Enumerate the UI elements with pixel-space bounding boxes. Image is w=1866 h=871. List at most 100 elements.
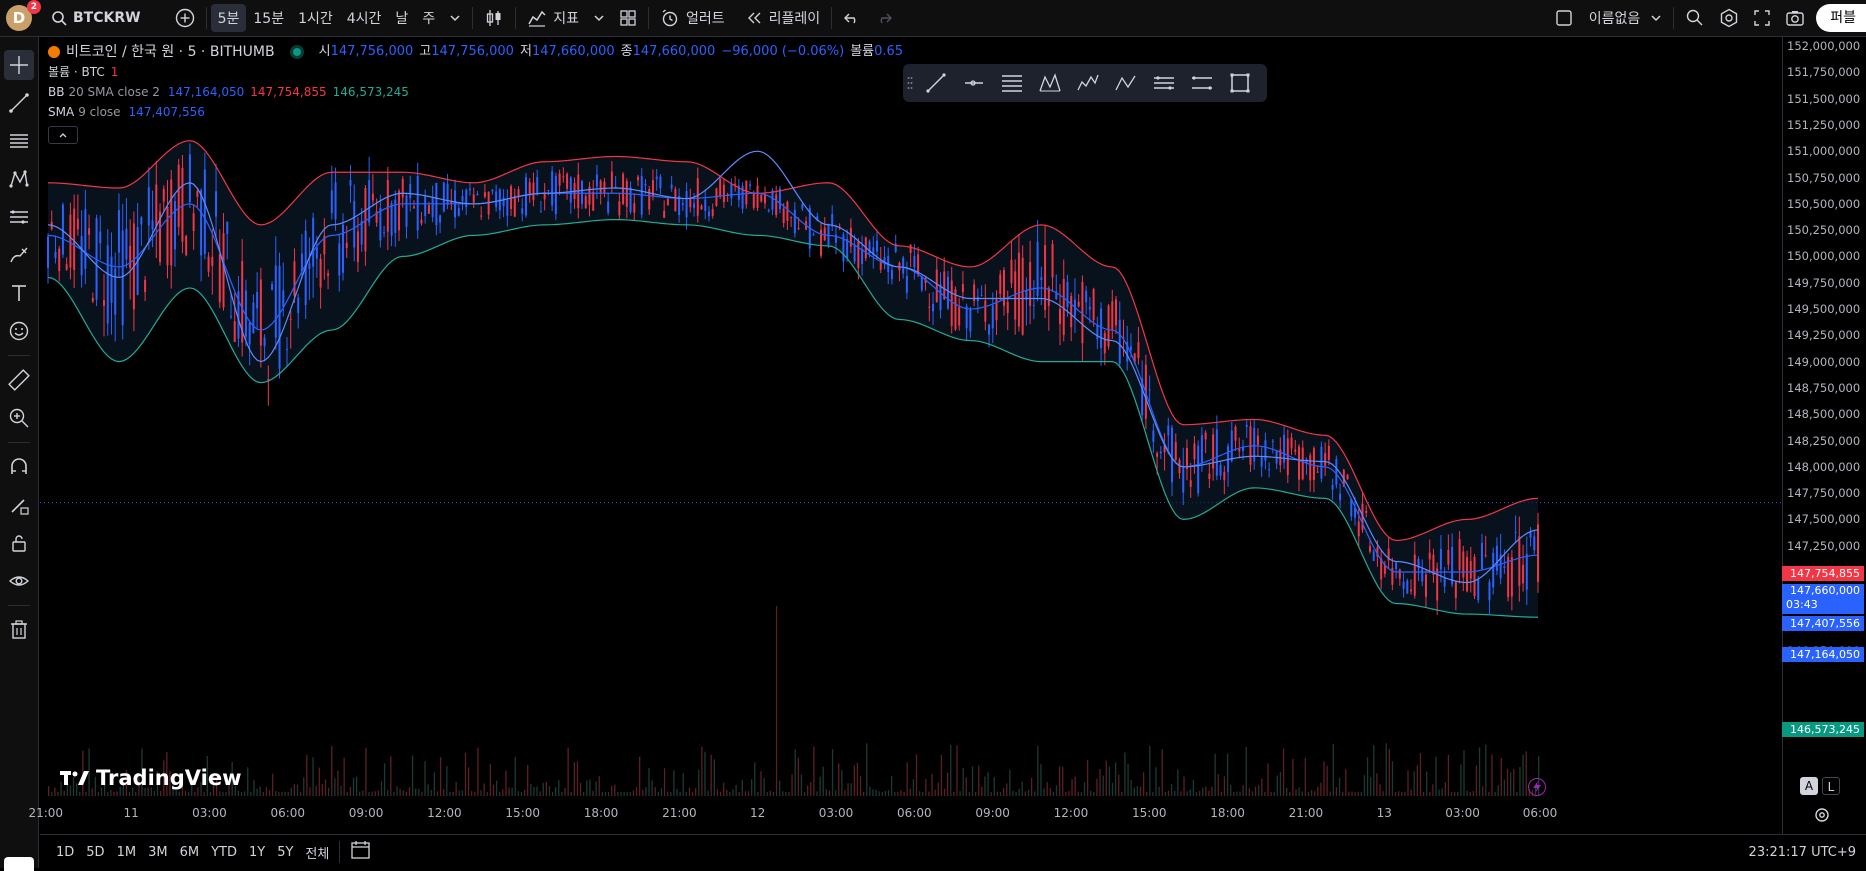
drag-handle-icon[interactable] bbox=[903, 64, 917, 102]
prediction-tool[interactable] bbox=[4, 202, 34, 232]
lock-drawings-tool[interactable] bbox=[4, 528, 34, 558]
price-axis[interactable]: 152,000,000 151,750,000 151,500,000 151,250… bbox=[1782, 37, 1866, 835]
parallel-channel-button[interactable] bbox=[1145, 64, 1183, 102]
fullscreen-button[interactable] bbox=[1746, 4, 1778, 32]
undo-button[interactable] bbox=[836, 4, 868, 32]
crosshair-tool[interactable] bbox=[4, 50, 34, 80]
interval-4h[interactable]: 4시간 bbox=[340, 4, 389, 32]
hide-drawings-tool[interactable] bbox=[4, 566, 34, 596]
indicators-icon bbox=[528, 10, 546, 27]
elliott-wave-button[interactable] bbox=[1069, 64, 1107, 102]
redo-button[interactable] bbox=[868, 4, 900, 32]
abc-pattern-button[interactable] bbox=[1107, 64, 1145, 102]
candle-body bbox=[920, 276, 923, 291]
interval-dropdown[interactable] bbox=[442, 4, 468, 32]
range-ytd[interactable]: YTD bbox=[205, 845, 243, 860]
clock-timezone[interactable]: 23:21:17 UTC+9 bbox=[1749, 845, 1856, 860]
lightning-marker-icon[interactable] bbox=[1528, 778, 1546, 796]
interval-15m[interactable]: 15분 bbox=[246, 4, 291, 32]
emoji-tool[interactable] bbox=[4, 316, 34, 346]
candle-body bbox=[323, 235, 326, 255]
candle-body bbox=[1066, 281, 1069, 308]
symbol-search-button[interactable]: BTCKRW bbox=[44, 4, 148, 32]
remove-drawings-tool[interactable] bbox=[4, 615, 34, 645]
axis-settings-button[interactable] bbox=[1812, 805, 1832, 825]
stay-in-drawing-mode-tool[interactable] bbox=[4, 490, 34, 520]
fib-retracement-button[interactable] bbox=[993, 64, 1031, 102]
legend-bb-row[interactable]: BB 20 SMA close 2 147,164,050 147,754,85… bbox=[48, 82, 903, 102]
time-axis[interactable]: 21:00 11 03:00 06:00 09:00 12:00 15:00 18:00 21:… bbox=[28, 802, 1782, 826]
undo-icon bbox=[844, 13, 856, 24]
brush-tool[interactable] bbox=[4, 240, 34, 270]
range-1d[interactable]: 1D bbox=[50, 845, 80, 860]
fib-tool[interactable] bbox=[4, 126, 34, 156]
candle-body bbox=[252, 302, 255, 334]
snapshot-button[interactable] bbox=[1778, 4, 1812, 32]
volume-bar bbox=[1034, 791, 1036, 796]
range-6m[interactable]: 6M bbox=[174, 845, 206, 860]
interval-5m[interactable]: 5분 bbox=[210, 4, 247, 32]
layout-button[interactable]: 이름없음 bbox=[1548, 4, 1670, 32]
volume-bar bbox=[853, 765, 855, 796]
go-to-date-button[interactable] bbox=[344, 840, 378, 864]
legend-sma-row[interactable]: SMA 9 close 147,407,556 bbox=[48, 102, 903, 122]
log-scale-button[interactable]: L bbox=[1822, 777, 1840, 795]
indicators-dropdown[interactable] bbox=[586, 4, 612, 32]
indicators-button[interactable]: 지표 bbox=[520, 4, 586, 32]
candle-body bbox=[722, 184, 725, 203]
chart-type-button[interactable] bbox=[477, 4, 511, 32]
templates-button[interactable] bbox=[612, 4, 644, 32]
object-tree-tool[interactable] bbox=[4, 857, 34, 871]
zoom-in-tool[interactable] bbox=[4, 403, 34, 433]
quick-search-button[interactable] bbox=[1678, 4, 1712, 32]
interval-1h[interactable]: 1시간 bbox=[291, 4, 340, 32]
range-1y[interactable]: 1Y bbox=[243, 845, 271, 860]
candle-body bbox=[1193, 443, 1196, 460]
volume-bar bbox=[788, 791, 790, 796]
candle-body bbox=[1204, 432, 1207, 440]
xabcd-pattern-button[interactable] bbox=[1031, 64, 1069, 102]
range-5d[interactable]: 5D bbox=[80, 845, 110, 860]
volume-bar bbox=[1002, 788, 1005, 796]
candle-body bbox=[924, 278, 927, 284]
user-avatar[interactable]: D 2 bbox=[6, 0, 41, 31]
interval-day[interactable]: 날 bbox=[388, 4, 415, 32]
volume-bar bbox=[175, 790, 177, 796]
symbol-title[interactable]: 비트코인 / 한국 원 · 5 · BITHUMB bbox=[66, 42, 275, 62]
candle-body bbox=[278, 265, 281, 369]
volume-bar bbox=[946, 772, 949, 796]
range-5y[interactable]: 5Y bbox=[271, 845, 299, 860]
range-3m[interactable]: 3M bbox=[142, 845, 174, 860]
alerts-button[interactable]: 얼러트 bbox=[653, 4, 732, 32]
text-tool[interactable] bbox=[4, 278, 34, 308]
add-symbol-button[interactable] bbox=[168, 4, 202, 32]
candle-body bbox=[1096, 324, 1099, 340]
candle-body bbox=[1439, 548, 1442, 570]
trend-line-tool[interactable] bbox=[4, 88, 34, 118]
publish-button[interactable]: 퍼블 bbox=[1816, 4, 1866, 32]
time-tick-label: 09:00 bbox=[975, 806, 1010, 820]
volume-bar bbox=[1329, 791, 1331, 796]
candle-body bbox=[472, 194, 475, 203]
volume-bar bbox=[63, 790, 65, 796]
volume-bar bbox=[1450, 791, 1453, 796]
candle-body bbox=[554, 176, 557, 215]
rectangle-button[interactable] bbox=[1221, 64, 1259, 102]
auto-scale-button[interactable]: A bbox=[1800, 777, 1818, 795]
legend-volume-row[interactable]: 볼륨 · BTC 1 bbox=[48, 62, 903, 82]
range-1m[interactable]: 1M bbox=[111, 845, 143, 860]
replay-button[interactable]: 리플레이 bbox=[738, 4, 828, 32]
trend-line-button[interactable] bbox=[917, 64, 955, 102]
candle-body bbox=[562, 176, 565, 178]
collapse-legend-button[interactable] bbox=[48, 126, 78, 144]
range-all[interactable]: 전체 bbox=[299, 843, 335, 862]
pattern-tool[interactable] bbox=[4, 164, 34, 194]
horizontal-ray-button[interactable] bbox=[955, 64, 993, 102]
date-price-range-button[interactable] bbox=[1183, 64, 1221, 102]
interval-week[interactable]: 주 bbox=[415, 4, 442, 32]
settings-button[interactable] bbox=[1712, 4, 1746, 32]
tradingview-watermark[interactable]: TradingView bbox=[60, 766, 241, 790]
magnet-tool[interactable] bbox=[4, 452, 34, 482]
measure-tool[interactable] bbox=[4, 365, 34, 395]
volume-bar bbox=[1202, 787, 1204, 796]
